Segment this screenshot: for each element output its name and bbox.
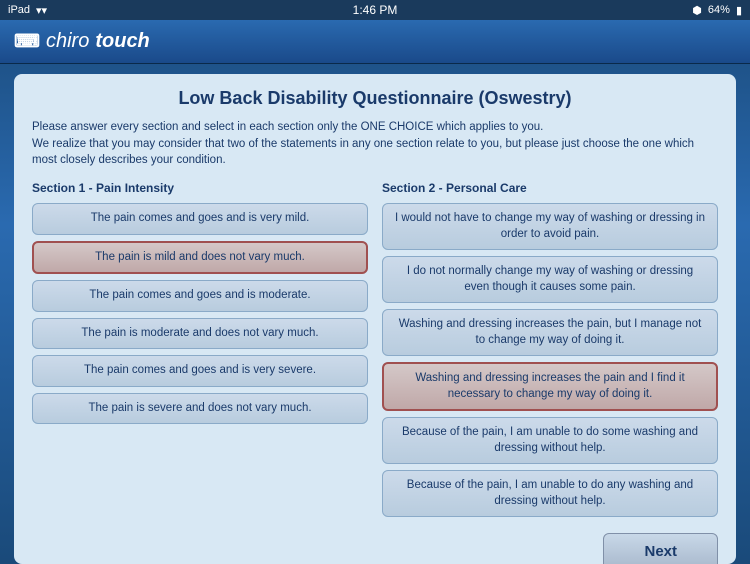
instructions-line1: Please answer every section and select i… [32,119,718,136]
section1-title: Section 1 - Pain Intensity [32,181,368,195]
app-logo: ⌨ chiro touch [14,30,150,53]
section1-option-0[interactable]: The pain comes and goes and is very mild… [32,203,368,235]
logo-hand-icon: ⌨ [14,31,40,52]
instructions-line2: We realize that you may consider that tw… [32,136,718,169]
app-header: ⌨ chiro touch [0,20,750,64]
sections-row: Section 1 - Pain Intensity The pain come… [32,181,718,523]
section1-option-5[interactable]: The pain is severe and does not vary muc… [32,393,368,425]
section1-option-3[interactable]: The pain is moderate and does not vary m… [32,318,368,350]
section2-option-2[interactable]: Washing and dressing increases the pain,… [382,309,718,356]
battery-level: 64% [708,4,730,16]
status-right: ⬢ 64% ▮ [692,4,742,17]
section2-option-5[interactable]: Because of the pain, I am unable to do a… [382,470,718,517]
section2-option-0[interactable]: I would not have to change my way of was… [382,203,718,250]
wifi-icon: ▾▾ [36,4,47,17]
section1: Section 1 - Pain Intensity The pain come… [32,181,368,523]
bluetooth-icon: ⬢ [692,4,702,17]
status-left: iPad ▾▾ [8,4,47,17]
section2-option-3[interactable]: Washing and dressing increases the pain … [382,362,718,411]
logo-chiro: chiro [46,30,89,53]
section1-option-1[interactable]: The pain is mild and does not vary much. [32,241,368,275]
logo-touch: touch [95,30,149,53]
section2: Section 2 - Personal Care I would not ha… [382,181,718,523]
section1-option-2[interactable]: The pain comes and goes and is moderate. [32,280,368,312]
ipad-label: iPad [8,4,30,16]
bottom-row: Next [32,533,718,564]
instructions: Please answer every section and select i… [32,119,718,169]
page-title: Low Back Disability Questionnaire (Oswes… [32,88,718,109]
section2-option-1[interactable]: I do not normally change my way of washi… [382,256,718,303]
battery-icon: ▮ [736,4,742,17]
status-time: 1:46 PM [353,3,398,17]
section2-option-4[interactable]: Because of the pain, I am unable to do s… [382,417,718,464]
section2-title: Section 2 - Personal Care [382,181,718,195]
status-bar: iPad ▾▾ 1:46 PM ⬢ 64% ▮ [0,0,750,20]
section1-option-4[interactable]: The pain comes and goes and is very seve… [32,355,368,387]
next-button[interactable]: Next [603,533,718,564]
main-content: Low Back Disability Questionnaire (Oswes… [14,74,736,564]
